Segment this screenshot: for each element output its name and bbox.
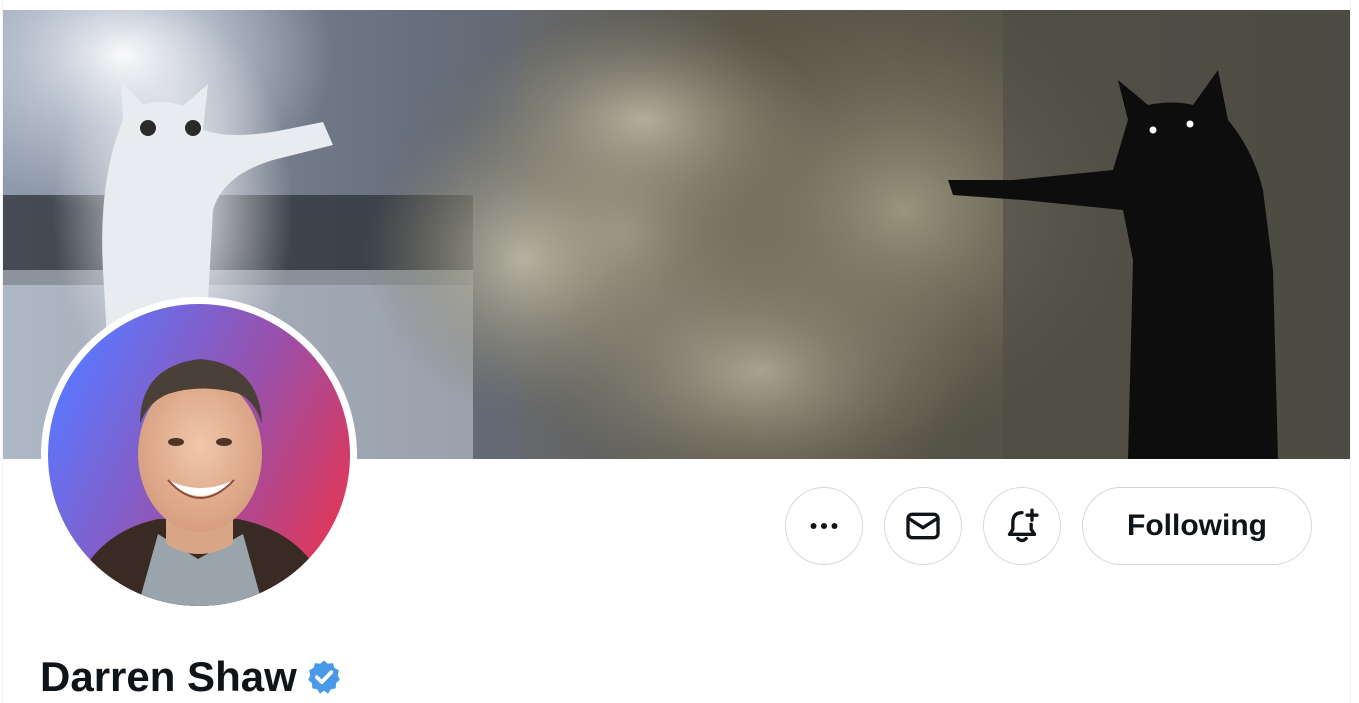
- ellipsis-icon: [810, 523, 838, 529]
- bell-plus-icon: [1007, 508, 1039, 543]
- profile-header: Following Darren Shaw: [0, 0, 1359, 703]
- profile-name-row: Darren Shaw: [40, 650, 343, 703]
- verified-badge-icon[interactable]: [305, 658, 343, 696]
- display-name: Darren Shaw: [40, 653, 297, 700]
- message-button[interactable]: [884, 487, 962, 565]
- more-button[interactable]: [785, 487, 863, 565]
- avatar[interactable]: [41, 297, 357, 613]
- avatar-photo: [48, 304, 350, 606]
- column-border-right: [1350, 0, 1351, 703]
- notifications-button[interactable]: [983, 487, 1061, 565]
- profile-photo: [48, 304, 350, 606]
- envelope-icon: [906, 512, 940, 540]
- following-button[interactable]: Following: [1082, 487, 1312, 565]
- following-button-label: Following: [1127, 509, 1267, 542]
